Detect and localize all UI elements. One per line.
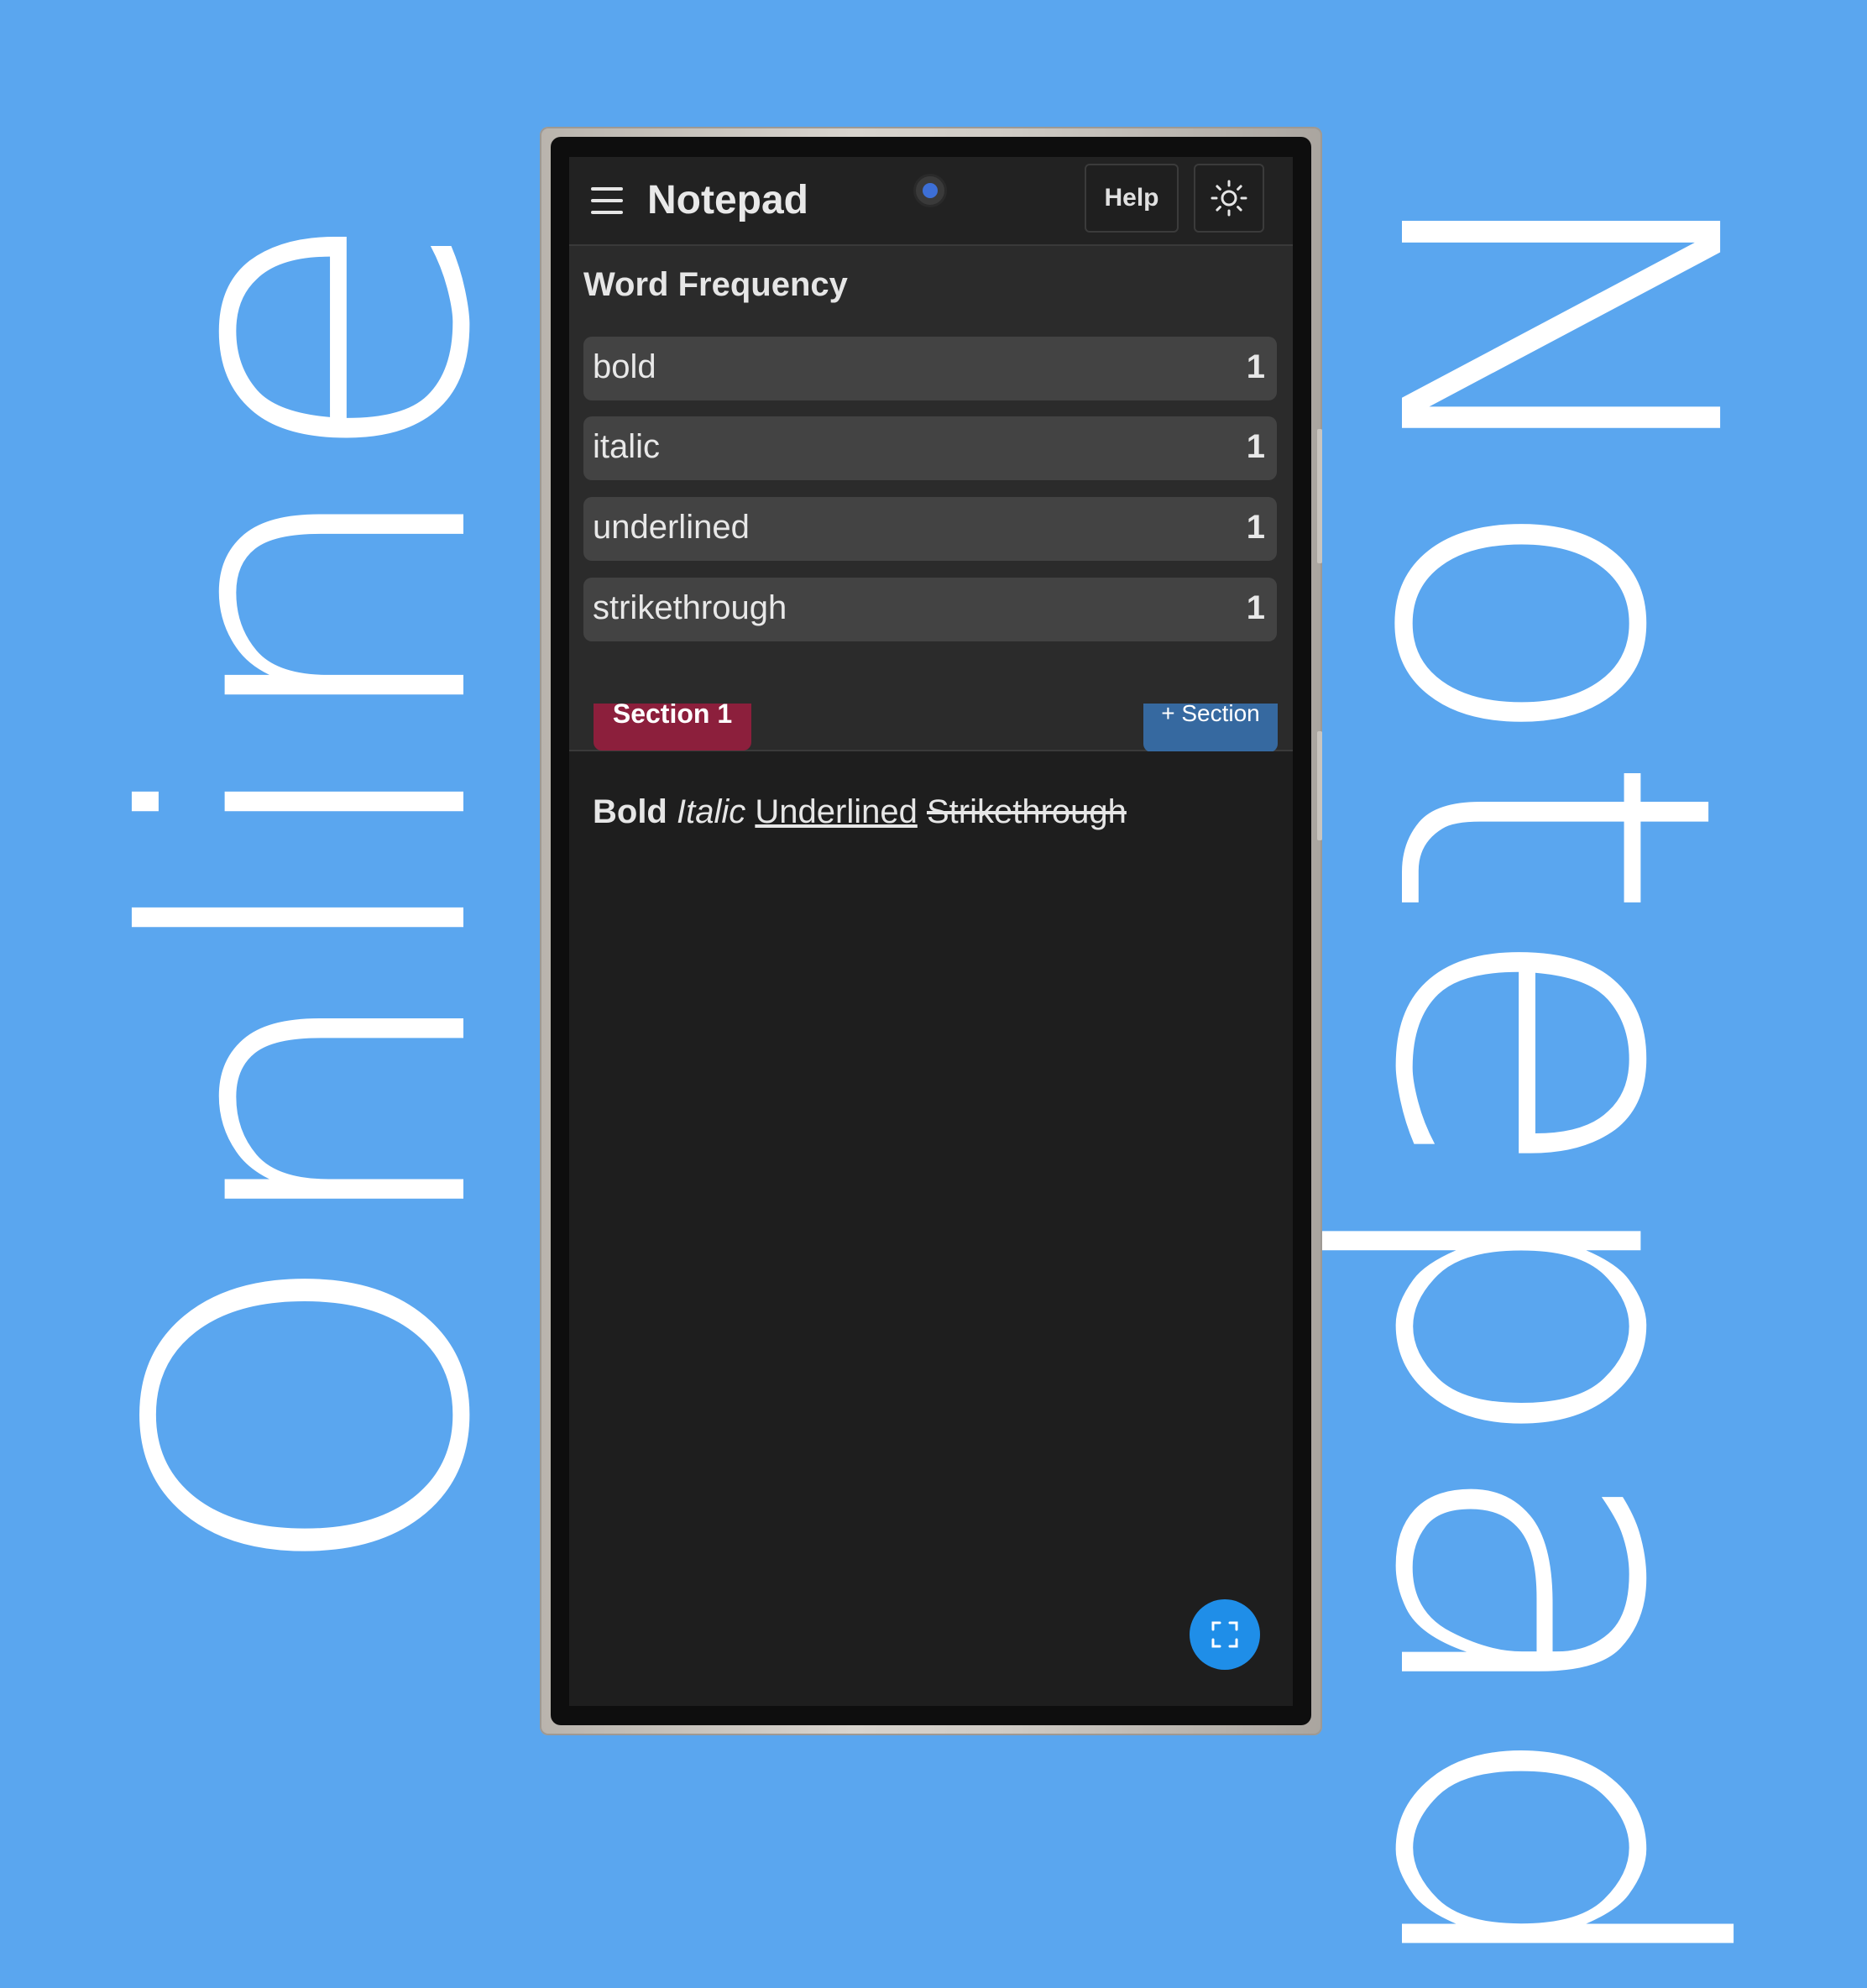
theme-toggle-button[interactable] xyxy=(1194,164,1264,233)
editor-area[interactable]: Bold Italic Underlined Strikethrough xyxy=(569,751,1293,1706)
camera-cutout xyxy=(913,174,947,207)
add-section-button[interactable]: + Section xyxy=(1143,704,1278,752)
word-count: 1 xyxy=(1246,348,1265,385)
sun-icon xyxy=(1211,180,1247,217)
word-frequency-row: underlined 1 xyxy=(583,497,1277,561)
editor-underlined-text: Underlined xyxy=(755,793,918,830)
volume-button xyxy=(1317,429,1322,563)
tab-section-1[interactable]: Section 1 xyxy=(594,704,751,751)
word-frequency-title: Word Frequency xyxy=(583,266,848,303)
word-frequency-row: strikethrough 1 xyxy=(583,578,1277,641)
phone-bezel: Notepad Help Word Frequency bold 1 itali… xyxy=(551,137,1311,1725)
word-count: 1 xyxy=(1246,428,1265,465)
word-frequency-row: bold 1 xyxy=(583,337,1277,400)
word-label: bold xyxy=(593,348,656,385)
word-label: italic xyxy=(593,428,661,465)
power-button xyxy=(1317,731,1322,840)
app-screen: Notepad Help Word Frequency bold 1 itali… xyxy=(569,157,1293,1706)
app-bar: Notepad Help xyxy=(569,157,1293,246)
editor-content[interactable]: Bold Italic Underlined Strikethrough xyxy=(593,793,1127,831)
fullscreen-button[interactable] xyxy=(1190,1599,1260,1670)
help-button[interactable]: Help xyxy=(1085,164,1179,233)
editor-strikethrough-text: Strikethrough xyxy=(926,793,1127,830)
word-frequency-row: italic 1 xyxy=(583,416,1277,480)
word-frequency-panel: Word Frequency bold 1 italic 1 underline… xyxy=(569,246,1293,752)
hamburger-menu-icon[interactable] xyxy=(591,186,623,217)
word-count: 1 xyxy=(1246,589,1265,626)
phone-frame: Notepad Help Word Frequency bold 1 itali… xyxy=(540,127,1322,1735)
word-count: 1 xyxy=(1246,509,1265,546)
editor-italic-text: Italic xyxy=(677,793,746,830)
word-label: underlined xyxy=(593,509,750,546)
word-label: strikethrough xyxy=(593,589,787,626)
promo-text-notepad: Notepad xyxy=(1299,168,1807,1988)
app-title: Notepad xyxy=(647,178,808,222)
editor-bold-text: Bold xyxy=(593,793,667,830)
fullscreen-icon xyxy=(1211,1621,1238,1648)
promo-text-online: Online xyxy=(58,208,567,1587)
